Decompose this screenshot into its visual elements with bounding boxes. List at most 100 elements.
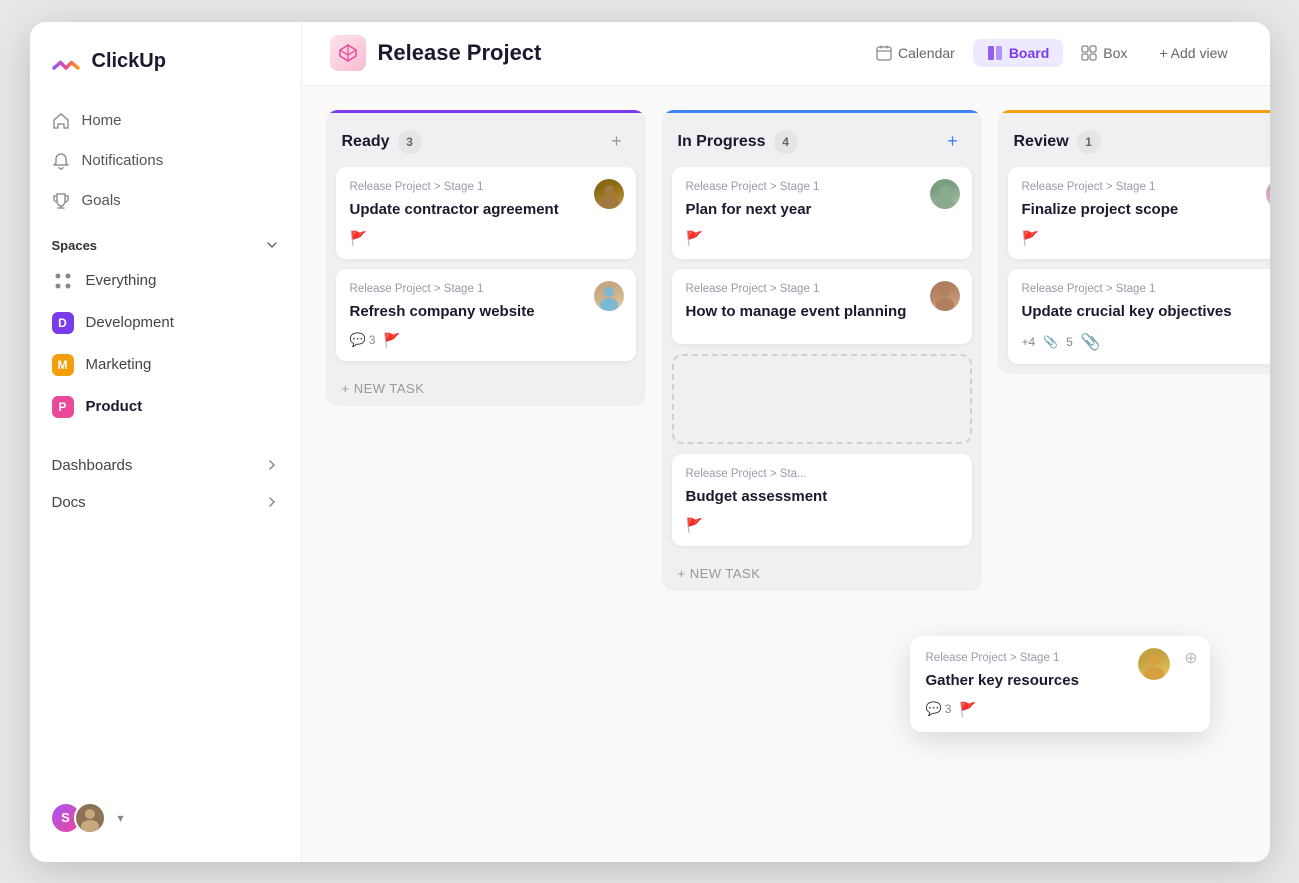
view-switcher: Calendar Board <box>862 39 1242 67</box>
task-card[interactable]: Release Project > Sta... Budget assessme… <box>672 454 972 546</box>
add-view-btn[interactable]: + Add view <box>1145 39 1241 67</box>
card-meta: Release Project > Stage 1 <box>350 181 622 193</box>
card-meta: Release Project > Stage 1 <box>1022 181 1270 193</box>
marketing-label: Marketing <box>86 356 152 373</box>
everything-label: Everything <box>86 272 157 289</box>
paperclip-icon-2: 📎 <box>1081 332 1101 352</box>
marketing-dot: M <box>52 354 74 376</box>
spaces-section-header[interactable]: Spaces <box>30 220 301 261</box>
review-title: Review <box>1014 133 1069 151</box>
card-avatar <box>594 281 624 311</box>
sidebar-item-goals[interactable]: Goals <box>38 182 293 220</box>
task-card[interactable]: Release Project > Stage 1 Finalize proje… <box>1008 167 1270 259</box>
attach-count: 5 <box>1066 335 1073 349</box>
box-label: Box <box>1103 45 1127 61</box>
project-title-area: Release Project <box>330 35 838 71</box>
task-card[interactable]: Release Project > Stage 1 Update contrac… <box>336 167 636 259</box>
docs-label: Docs <box>52 494 86 511</box>
user-menu-chevron: ▾ <box>118 811 124 825</box>
inprogress-title: In Progress <box>678 133 766 151</box>
everything-icon <box>52 270 74 292</box>
flag-icon: 🚩 <box>959 701 976 718</box>
column-header-review: Review 1 + <box>998 110 1270 167</box>
sidebar-item-docs[interactable]: Docs <box>38 484 293 521</box>
card-title: Finalize project scope <box>1022 199 1270 220</box>
inprogress-add-btn[interactable]: + <box>940 129 966 155</box>
board-view-btn[interactable]: Board <box>973 39 1063 67</box>
spaces-label: Spaces <box>52 238 98 253</box>
task-card[interactable]: Release Project > Stage 1 Refresh compan… <box>336 269 636 361</box>
flag-icon: 🚩 <box>1022 230 1039 247</box>
home-icon <box>52 112 70 130</box>
project-icon <box>330 35 366 71</box>
development-label: Development <box>86 314 174 331</box>
paperclip-icon: 📎 <box>1043 335 1058 349</box>
card-footer: 🚩 <box>350 230 622 247</box>
sidebar-item-product[interactable]: P Product <box>38 387 293 427</box>
calendar-view-btn[interactable]: Calendar <box>862 39 969 67</box>
main-header: Release Project Calendar <box>302 22 1270 86</box>
sidebar-item-notifications[interactable]: Notifications <box>38 142 293 180</box>
board-wrapper: Ready 3 + Release Project > Stage 1 Upda… <box>302 86 1270 862</box>
column-header-inprogress: In Progress 4 + <box>662 110 982 167</box>
comment-icon: 💬 <box>926 701 942 717</box>
user-footer[interactable]: S ▾ <box>30 790 301 846</box>
chevron-right-icon <box>265 458 279 472</box>
card-title: Plan for next year <box>686 199 958 220</box>
card-meta: Release Project > Sta... <box>686 468 958 480</box>
trophy-icon <box>52 192 70 210</box>
card-title: Budget assessment <box>686 486 958 507</box>
drag-handle-icon: ⊕ <box>1184 648 1197 668</box>
ready-title: Ready <box>342 133 390 151</box>
project-title: Release Project <box>378 40 542 66</box>
sidebar-item-marketing[interactable]: M Marketing <box>38 345 293 385</box>
calendar-label: Calendar <box>898 45 955 61</box>
sidebar-bottom: Dashboards Docs <box>30 447 301 521</box>
sidebar-item-development[interactable]: D Development <box>38 303 293 343</box>
card-meta: Release Project > Stage 1 <box>1022 283 1270 295</box>
column-ready: Ready 3 + Release Project > Stage 1 Upda… <box>326 110 646 406</box>
task-card[interactable]: Release Project > Stage 1 Update crucial… <box>1008 269 1270 364</box>
logo-area: ClickUp <box>30 46 301 102</box>
task-card[interactable]: Release Project > Stage 1 How to manage … <box>672 269 972 344</box>
board-icon <box>987 45 1003 61</box>
sidebar-item-home[interactable]: Home <box>38 102 293 140</box>
task-card[interactable]: Release Project > Stage 1 Plan for next … <box>672 167 972 259</box>
review-cards: Release Project > Stage 1 Finalize proje… <box>998 167 1270 374</box>
product-label: Product <box>86 398 143 415</box>
notifications-label: Notifications <box>82 152 164 169</box>
column-inprogress: In Progress 4 + Release Project > Stage … <box>662 110 982 591</box>
card-title: Update crucial key objectives <box>1022 301 1270 322</box>
comment-count: 3 <box>945 702 952 716</box>
ready-new-task-btn[interactable]: + NEW TASK <box>326 371 646 406</box>
column-header-ready: Ready 3 + <box>326 110 646 167</box>
ready-count: 3 <box>398 130 422 154</box>
goals-label: Goals <box>82 192 121 209</box>
chevron-right-icon-2 <box>265 495 279 509</box>
chevron-down-icon <box>265 238 279 252</box>
cube-icon <box>338 43 358 63</box>
home-label: Home <box>82 112 122 129</box>
ready-add-btn[interactable]: + <box>604 129 630 155</box>
product-dot: P <box>52 396 74 418</box>
sidebar-item-everything[interactable]: Everything <box>38 261 293 301</box>
card-title: How to manage event planning <box>686 301 958 322</box>
app-name: ClickUp <box>92 50 166 73</box>
main-content: Release Project Calendar <box>302 22 1270 862</box>
development-dot: D <box>52 312 74 334</box>
sidebar-item-dashboards[interactable]: Dashboards <box>38 447 293 484</box>
column-review: Review 1 + Release Project > Stage 1 Fin… <box>998 110 1270 374</box>
avatar-group: S <box>50 802 106 834</box>
review-count: 1 <box>1077 130 1101 154</box>
sidebar: ClickUp Home Notifications <box>30 22 302 862</box>
app-window: ClickUp Home Notifications <box>30 22 1270 862</box>
avatar-user <box>74 802 106 834</box>
box-view-btn[interactable]: Box <box>1067 39 1141 67</box>
comment-icon: 💬 <box>350 332 366 348</box>
flag-icon: 🚩 <box>686 517 703 534</box>
bell-icon <box>52 152 70 170</box>
floating-card-avatar <box>1138 648 1170 680</box>
floating-card[interactable]: Release Project > Stage 1 Gather key res… <box>910 636 1210 732</box>
inprogress-new-task-btn[interactable]: + NEW TASK <box>662 556 982 591</box>
card-footer: 🚩 <box>686 517 958 534</box>
